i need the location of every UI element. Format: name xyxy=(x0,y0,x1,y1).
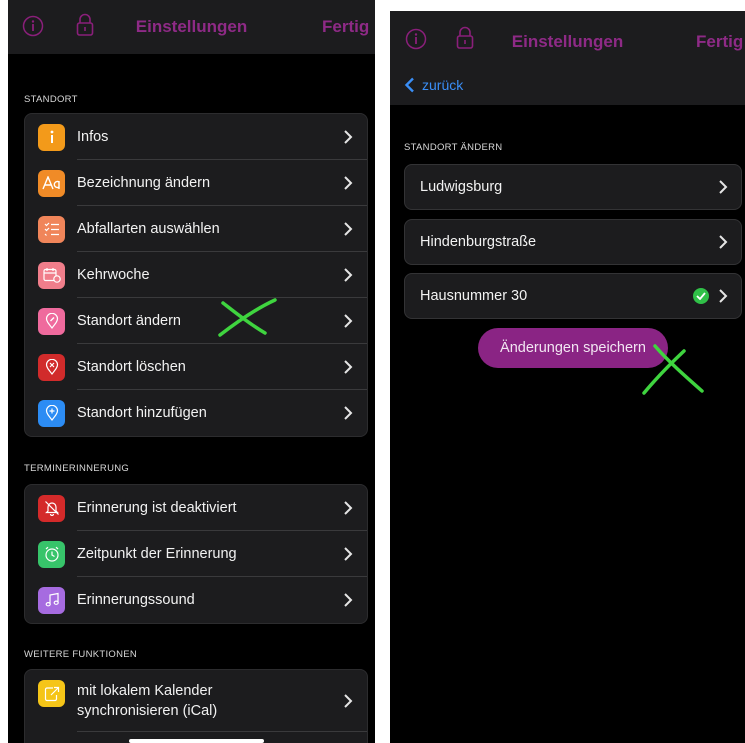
section-label-weitere-funktionen: WEITERE FUNKTIONEN xyxy=(24,649,138,660)
chevron-right-icon xyxy=(344,694,353,708)
screen-location-settings: Einstellungen Fertig STANDORT Infos Beze… xyxy=(8,0,375,743)
list-item-kehrwoche[interactable]: Kehrwoche xyxy=(25,252,367,298)
list-item-label: Kehrwoche xyxy=(77,267,150,283)
list-item-infos[interactable]: Infos xyxy=(25,114,367,160)
house-number-field[interactable]: Hausnummer 30 xyxy=(404,273,742,319)
chevron-right-icon xyxy=(344,593,353,607)
list-item-erinnerungssound[interactable]: Erinnerungssound xyxy=(25,577,367,623)
list-item-label: Erinnerung ist deaktiviert xyxy=(77,500,237,516)
chevron-right-icon xyxy=(344,268,353,282)
list-item-label: mit lokalem Kalender synchronisieren (iC… xyxy=(77,683,218,719)
list-item-label: Erinnerungssound xyxy=(77,592,195,608)
back-bar: zurück xyxy=(390,67,745,105)
done-button[interactable]: Fertig xyxy=(322,17,369,37)
list-item-bezeichnung[interactable]: Bezeichnung ändern xyxy=(25,160,367,206)
done-button[interactable]: Fertig xyxy=(696,32,743,52)
export-calendar-icon xyxy=(38,680,65,707)
save-changes-button[interactable]: Änderungen speichern xyxy=(478,328,668,368)
section-label-standort: STANDORT xyxy=(24,94,78,105)
screen-change-location: Einstellungen Fertig zurück STANDORT ÄND… xyxy=(390,11,745,743)
list-item-label: Standort ändern xyxy=(77,313,181,329)
list-item-zeitpunkt[interactable]: Zeitpunkt der Erinnerung xyxy=(25,531,367,577)
list-item-label: Standort löschen xyxy=(77,359,186,375)
page-title: Einstellungen xyxy=(135,17,248,36)
city-label: Ludwigsburg xyxy=(420,179,503,195)
info-icon xyxy=(38,123,65,151)
street-field[interactable]: Hindenburgstraße xyxy=(404,219,742,265)
back-button[interactable]: zurück xyxy=(404,77,463,93)
list-item-label: Infos xyxy=(77,129,109,145)
nav-bar: Einstellungen Fertig xyxy=(8,0,375,54)
chevron-right-icon xyxy=(344,360,353,374)
chevron-right-icon xyxy=(344,314,353,328)
list-item-ical-sync[interactable]: mit lokalem Kalender synchronisieren (iC… xyxy=(25,670,367,732)
street-label: Hindenburgstraße xyxy=(420,234,537,250)
list-item-label: Abfallarten auswählen xyxy=(77,221,220,237)
list-item-standort-aendern[interactable]: Standort ändern xyxy=(25,298,367,344)
chevron-right-icon xyxy=(719,289,728,303)
location-edit-icon xyxy=(38,307,65,335)
chevron-left-icon xyxy=(404,77,414,93)
bell-off-icon xyxy=(38,494,65,522)
nav-bar: Einstellungen Fertig xyxy=(390,11,745,67)
section-label-standort-aendern: STANDORT ÄNDERN xyxy=(404,142,503,153)
section-label-terminerinnerung: TERMINERINNERUNG xyxy=(24,463,130,474)
list-item-label: Standort hinzufügen xyxy=(77,405,207,421)
text-icon xyxy=(38,169,65,197)
list-item-standort-hinzufuegen[interactable]: Standort hinzufügen xyxy=(25,390,367,436)
location-delete-icon xyxy=(38,353,65,381)
calendar-icon xyxy=(38,261,65,289)
list-item-erinnerung[interactable]: Erinnerung ist deaktiviert xyxy=(25,485,367,531)
chevron-right-icon xyxy=(719,235,728,249)
standort-group: Infos Bezeichnung ändern Abfallarten aus… xyxy=(24,113,368,437)
chevron-right-icon xyxy=(344,130,353,144)
more-functions-group: mit lokalem Kalender synchronisieren (iC… xyxy=(24,669,368,743)
chevron-right-icon xyxy=(344,176,353,190)
checkmark-icon xyxy=(693,288,709,304)
chevron-right-icon xyxy=(344,501,353,515)
clock-icon xyxy=(38,540,65,568)
chevron-right-icon xyxy=(344,547,353,561)
reminder-group: Erinnerung ist deaktiviert Zeitpunkt der… xyxy=(24,484,368,624)
chevron-right-icon xyxy=(344,222,353,236)
location-add-icon xyxy=(38,399,65,427)
city-field[interactable]: Ludwigsburg xyxy=(404,164,742,210)
list-item-label: Bezeichnung ändern xyxy=(77,175,211,191)
list-item-standort-loeschen[interactable]: Standort löschen xyxy=(25,344,367,390)
chevron-right-icon xyxy=(344,406,353,420)
list-item-abfallarten[interactable]: Abfallarten auswählen xyxy=(25,206,367,252)
chevron-right-icon xyxy=(719,180,728,194)
page-title: Einstellungen xyxy=(511,32,624,51)
music-icon xyxy=(38,586,65,614)
checklist-icon xyxy=(38,215,65,243)
home-indicator xyxy=(129,739,264,743)
list-item-label: Zeitpunkt der Erinnerung xyxy=(77,546,237,562)
